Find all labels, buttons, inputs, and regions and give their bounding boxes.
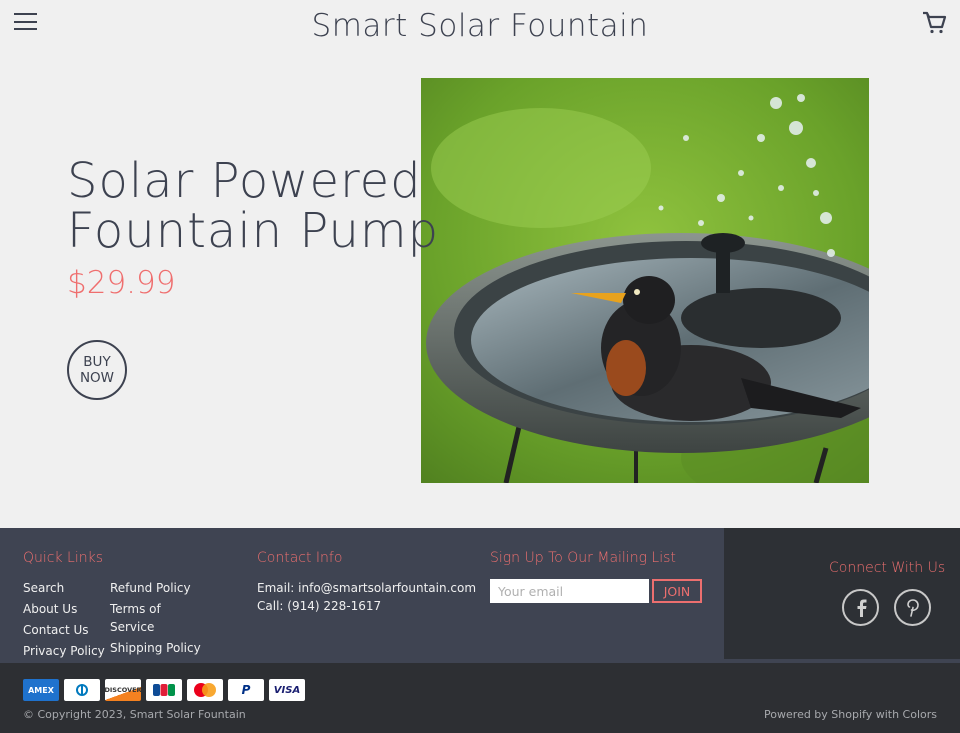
powered-by-link[interactable]: Powered by Shopify with Colors xyxy=(764,708,937,721)
footer-link-contact-us[interactable]: Contact Us xyxy=(23,621,89,639)
footer-link-search[interactable]: Search xyxy=(23,579,64,597)
quick-links-heading: Quick Links xyxy=(23,550,104,566)
mastercard-icon xyxy=(187,679,223,701)
product-title-line2: Fountain Pump xyxy=(67,203,440,259)
email-input[interactable] xyxy=(490,579,649,603)
facebook-icon xyxy=(857,599,866,617)
amex-icon: AMEX xyxy=(23,679,59,701)
product-title: Solar Powered Fountain Pump xyxy=(67,156,439,256)
footer-link-terms-of-service[interactable]: Terms of xyxy=(110,600,161,618)
product-title-line1: Solar Powered xyxy=(67,153,422,209)
product-price: $29.99 xyxy=(67,265,176,301)
copyright-text: © Copyright 2023, Smart Solar Fountain xyxy=(23,708,246,721)
diners-club-icon xyxy=(64,679,100,701)
discover-icon: DISCOVER xyxy=(104,679,142,701)
product-image xyxy=(421,78,869,483)
contact-email: Email: info@smartsolarfountain.com xyxy=(257,581,477,595)
facebook-button[interactable] xyxy=(842,589,879,626)
contact-info-heading: Contact Info xyxy=(257,550,343,566)
footer-link-shipping-policy[interactable]: Shipping Policy xyxy=(110,639,201,657)
footer-link-about-us[interactable]: About Us xyxy=(23,600,77,618)
mailing-list-heading: Sign Up To Our Mailing List xyxy=(490,550,676,566)
now-label: NOW xyxy=(79,370,115,386)
pinterest-icon xyxy=(906,598,919,617)
shopping-cart-icon[interactable] xyxy=(920,9,948,35)
paypal-icon: P xyxy=(228,679,264,701)
footer-link-terms-of-service-line2[interactable]: Service xyxy=(110,618,154,636)
connect-with-us-heading: Connect With Us xyxy=(829,560,946,576)
visa-icon: VISA xyxy=(269,679,305,701)
payment-icons: AMEX DISCOVER P VISA xyxy=(23,679,305,701)
footer-link-privacy-policy[interactable]: Privacy Policy xyxy=(23,642,105,660)
contact-phone: Call: (914) 228-1617 xyxy=(257,599,382,613)
buy-label: BUY xyxy=(83,354,111,370)
bird-bath-fountain-illustration xyxy=(421,78,869,483)
pinterest-button[interactable] xyxy=(894,589,931,626)
jcb-icon xyxy=(146,679,182,701)
buy-now-button[interactable]: BUY NOW xyxy=(67,340,127,400)
site-header: Smart Solar Fountain xyxy=(0,0,960,56)
site-title[interactable]: Smart Solar Fountain xyxy=(0,8,960,44)
footer-link-refund-policy[interactable]: Refund Policy xyxy=(110,579,191,597)
join-button[interactable]: JOIN xyxy=(652,579,702,603)
